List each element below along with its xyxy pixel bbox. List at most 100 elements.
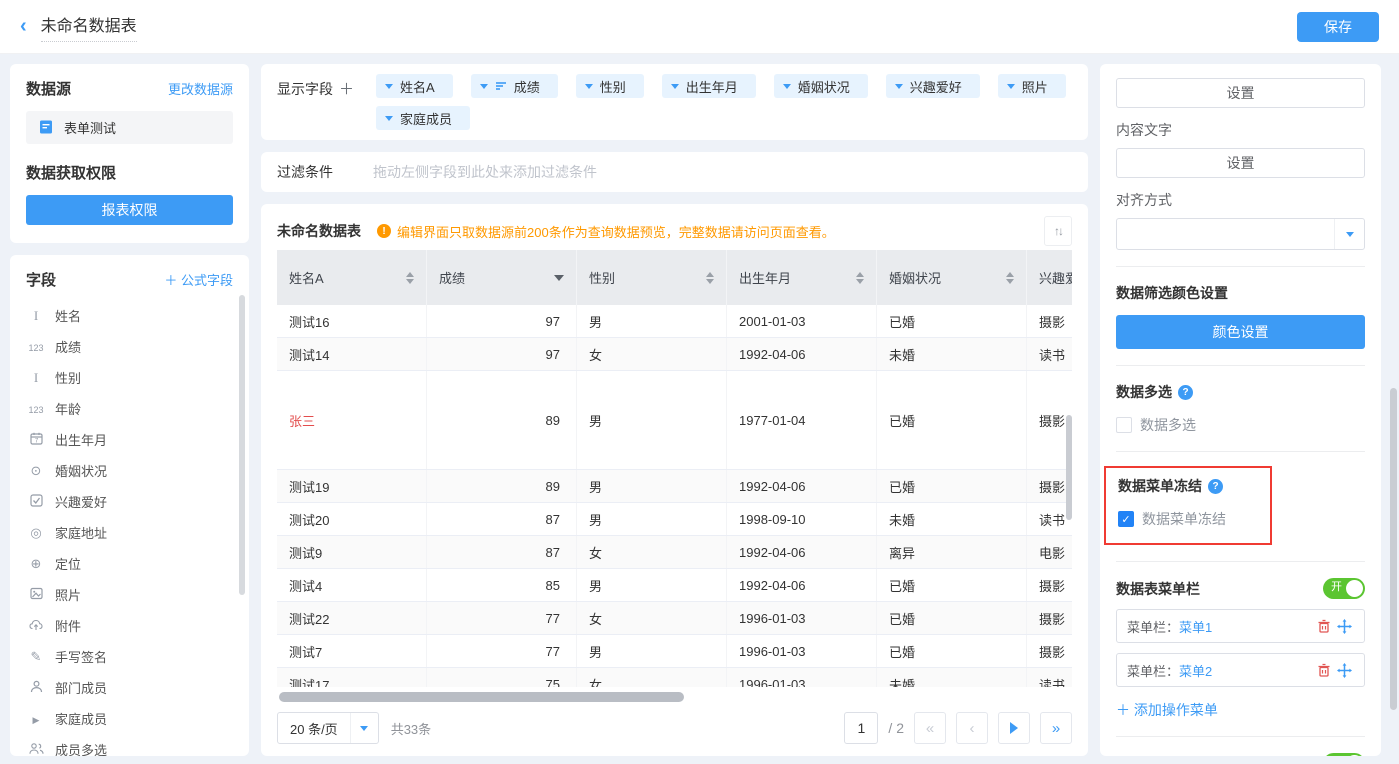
- add-menu-link[interactable]: ＋ 添加操作菜单: [1116, 700, 1365, 720]
- field-item[interactable]: 成员多选: [26, 734, 233, 756]
- filter-dropzone[interactable]: 拖动左侧字段到此处来添加过滤条件: [373, 162, 597, 182]
- trash-icon[interactable]: [1314, 619, 1334, 633]
- table-row[interactable]: 测试1775女1996-01-03未婚读书: [277, 668, 1072, 687]
- table-cell: 1992-04-06: [727, 338, 877, 370]
- freeze-checkbox-row[interactable]: ✓ 数据菜单冻结: [1118, 509, 1258, 529]
- sort-icon[interactable]: [706, 272, 714, 284]
- change-datasource-link[interactable]: 更改数据源: [168, 79, 233, 98]
- field-item[interactable]: I性别: [26, 362, 233, 393]
- field-item[interactable]: ▶家庭成员: [26, 703, 233, 734]
- formula-field-link[interactable]: ＋ 公式字段: [164, 270, 233, 289]
- column-header[interactable]: 成绩: [427, 250, 577, 305]
- help-icon[interactable]: ?: [1178, 385, 1193, 400]
- table-row[interactable]: 测试2277女1996-01-03已婚摄影: [277, 602, 1072, 635]
- pen-icon: ✎: [26, 650, 46, 663]
- column-header[interactable]: 婚姻状况: [877, 250, 1027, 305]
- main-content: 显示字段＋ 姓名A成绩性别出生年月婚姻状况兴趣爱好照片家庭成员 过滤条件 拖动左…: [261, 64, 1088, 756]
- table-cell: 77: [427, 635, 577, 667]
- table-row[interactable]: 测试1697男2001-01-03已婚摄影: [277, 305, 1072, 338]
- field-chip[interactable]: 兴趣爱好: [886, 74, 980, 98]
- column-header[interactable]: 出生年月: [727, 250, 877, 305]
- field-item[interactable]: 123年龄: [26, 393, 233, 424]
- page-size-select[interactable]: 20 条/页: [277, 712, 379, 744]
- add-field-icon[interactable]: ＋: [339, 81, 354, 98]
- checkbox-checked[interactable]: ✓: [1118, 511, 1134, 527]
- field-item[interactable]: ◎家庭地址: [26, 517, 233, 548]
- field-item[interactable]: 123成绩: [26, 331, 233, 362]
- menu-name-link[interactable]: 菜单2: [1179, 664, 1212, 679]
- table-cell: 男: [577, 470, 727, 502]
- fields-scrollbar[interactable]: [239, 295, 245, 595]
- prev-page-button[interactable]: ‹: [956, 712, 988, 744]
- field-chip[interactable]: 性别: [576, 74, 644, 98]
- filter-color-title: 数据筛选颜色设置: [1116, 283, 1365, 303]
- text-icon: I: [26, 371, 46, 384]
- save-button[interactable]: 保存: [1297, 12, 1379, 42]
- window-scrollbar[interactable]: [1390, 388, 1397, 710]
- last-page-button[interactable]: »: [1040, 712, 1072, 744]
- table-cell: 1996-01-03: [727, 602, 877, 634]
- field-item[interactable]: ⊙婚姻状况: [26, 455, 233, 486]
- table-row[interactable]: 测试987女1992-04-06离异电影: [277, 536, 1072, 569]
- field-item[interactable]: ⊕定位: [26, 548, 233, 579]
- sort-desc-icon[interactable]: [554, 275, 564, 281]
- field-item[interactable]: 兴趣爱好: [26, 486, 233, 517]
- page-title[interactable]: 未命名数据表: [41, 12, 137, 42]
- field-item[interactable]: ✎手写签名: [26, 641, 233, 672]
- table-card: 未命名数据表 ! 编辑界面只取数据源前200条作为查询数据预览，完整数据请访问页…: [261, 204, 1088, 756]
- table-cell: 未婚: [877, 668, 1027, 687]
- display-fields-label: 显示字段＋: [277, 74, 354, 130]
- report-menu-toggle[interactable]: 开: [1323, 753, 1365, 756]
- first-page-button[interactable]: «: [914, 712, 946, 744]
- field-chip[interactable]: 婚姻状况: [774, 74, 868, 98]
- settings-button-1[interactable]: 设置: [1116, 78, 1365, 108]
- field-item[interactable]: I姓名: [26, 300, 233, 331]
- column-header[interactable]: 姓名A: [277, 250, 427, 305]
- table-menu-toggle[interactable]: 开: [1323, 578, 1365, 599]
- sort-icon[interactable]: [856, 272, 864, 284]
- table-row[interactable]: 测试2087男1998-09-10未婚读书: [277, 503, 1072, 536]
- field-chip[interactable]: 姓名A: [376, 74, 453, 98]
- field-chip[interactable]: 出生年月: [662, 74, 756, 98]
- table-row[interactable]: 测试1989男1992-04-06已婚摄影: [277, 470, 1072, 503]
- checkbox-unchecked[interactable]: [1116, 417, 1132, 433]
- menu-bar-item[interactable]: 菜单栏：菜单2: [1116, 653, 1365, 687]
- help-icon[interactable]: ?: [1208, 479, 1223, 494]
- divider: [1116, 736, 1365, 737]
- multi-select-checkbox-row[interactable]: 数据多选: [1116, 415, 1365, 435]
- column-header[interactable]: 兴趣爱好: [1027, 250, 1072, 305]
- page-number-input[interactable]: 1: [844, 712, 878, 744]
- form-file-icon: [36, 120, 56, 136]
- field-item[interactable]: 7出生年月: [26, 424, 233, 455]
- table-vertical-scrollbar[interactable]: [1066, 415, 1072, 520]
- row-sort-button[interactable]: ↑↓: [1044, 216, 1072, 246]
- column-header[interactable]: 性别: [577, 250, 727, 305]
- sort-icon[interactable]: [1006, 272, 1014, 284]
- sort-icon[interactable]: [406, 272, 414, 284]
- color-settings-button[interactable]: 颜色设置: [1116, 315, 1365, 349]
- field-chip[interactable]: 家庭成员: [376, 106, 470, 130]
- table-row[interactable]: 测试485男1992-04-06已婚摄影: [277, 569, 1072, 602]
- move-icon[interactable]: [1334, 663, 1354, 678]
- move-icon[interactable]: [1334, 619, 1354, 634]
- table-row[interactable]: 张三89男1977-01-04已婚摄影: [277, 371, 1072, 470]
- table-row[interactable]: 测试1497女1992-04-06未婚读书: [277, 338, 1072, 371]
- back-icon[interactable]: ‹: [20, 15, 27, 38]
- field-chip[interactable]: 成绩: [471, 74, 558, 98]
- menu-bar-item[interactable]: 菜单栏：菜单1: [1116, 609, 1365, 643]
- trash-icon[interactable]: [1314, 663, 1334, 677]
- report-permission-button[interactable]: 报表权限: [26, 195, 233, 225]
- table-horizontal-scrollbar[interactable]: [279, 692, 684, 702]
- align-select[interactable]: [1116, 218, 1365, 250]
- chevron-down-icon: [671, 84, 679, 89]
- field-item[interactable]: 照片: [26, 579, 233, 610]
- table-row[interactable]: 测试777男1996-01-03已婚摄影: [277, 635, 1072, 668]
- field-chip[interactable]: 照片: [998, 74, 1066, 98]
- field-item[interactable]: 部门成员: [26, 672, 233, 703]
- next-page-button[interactable]: [998, 712, 1030, 744]
- field-item[interactable]: 附件: [26, 610, 233, 641]
- table-title: 未命名数据表: [277, 221, 361, 241]
- menu-name-link[interactable]: 菜单1: [1179, 620, 1212, 635]
- datasource-item[interactable]: 表单测试: [26, 111, 233, 144]
- settings-button-2[interactable]: 设置: [1116, 148, 1365, 178]
